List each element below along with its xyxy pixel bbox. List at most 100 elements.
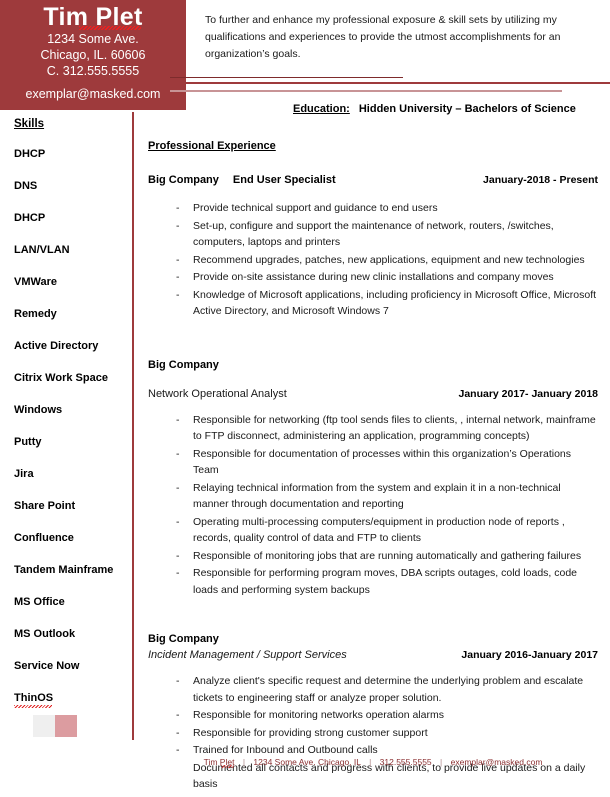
skill-item: DHCP xyxy=(14,148,46,160)
job-bullet-text: Recommend upgrades, patches, new applica… xyxy=(193,253,585,266)
header-address-line-2: Chicago, IL. 60606 xyxy=(40,48,146,62)
skill-item: LAN/VLAN xyxy=(14,244,70,256)
skills-title: Skills xyxy=(14,118,45,130)
job-gap-spacer xyxy=(148,321,598,355)
job-bullet-list: - Analyze client's specific request and d… xyxy=(148,673,598,793)
job-header-row: Big Company End User Specialist January-20… xyxy=(148,170,598,188)
footer-spellcheck-squiggle-icon xyxy=(220,765,235,768)
job-bullet: - Responsible for monitoring networks ope… xyxy=(148,707,598,724)
job-gap-spacer xyxy=(148,599,598,629)
skill-item: DHCP xyxy=(14,212,46,224)
job-date-range: January 2016-January 2017 xyxy=(461,649,598,661)
job-title: End User Specialist xyxy=(232,174,336,186)
skill-item: Windows xyxy=(14,404,63,416)
job-bullet-text: Responsible for monitoring networks oper… xyxy=(193,709,444,721)
education-value: Hidden University – Bachelors of Science xyxy=(358,103,576,115)
job-bullet-text: Provide on-site assistance during new cl… xyxy=(193,271,554,283)
header-phone: C. 312.555.5555 xyxy=(46,64,140,78)
bullet-dash-icon: - xyxy=(176,515,180,528)
objective-summary: To further and enhance my professional e… xyxy=(205,14,561,60)
bullet-dash-icon: - xyxy=(176,447,180,460)
job-bullet-text: Trained for Inbound and Outbound calls xyxy=(193,744,378,756)
job-entry: Big Company Incident Management / Support… xyxy=(148,633,598,793)
skill-item: Service Now xyxy=(14,660,80,672)
job-date-range: January-2018 - Present xyxy=(483,174,598,186)
bullet-dash-icon: - xyxy=(176,549,180,562)
job-bullet: - Responsible of monitoring jobs that are… xyxy=(148,548,598,565)
contact-header-block: Tim Plet 1234 Some Ave. Chicago, IL. 606… xyxy=(0,0,186,110)
job-bullet: - Recommend upgrades, patches, new applic… xyxy=(148,252,598,269)
job-bullet: - Provide on-site assistance during new c… xyxy=(148,269,598,286)
job-bullet: - Analyze client's specific request and d… xyxy=(148,673,598,706)
header-address-line-1: 1234 Some Ave. xyxy=(47,32,139,46)
job-bullet-text: Provide technical support and guidance t… xyxy=(193,202,438,214)
bullet-dash-icon: - xyxy=(176,481,180,494)
job-bullet-text: Operating multi-processing computers/equ… xyxy=(193,515,565,545)
header-email: exemplar@masked.com xyxy=(25,87,161,101)
job-bullet-list: - Provide technical support and guidance … xyxy=(148,200,598,320)
job-bullet-list: - Responsible for networking (ftp tool se… xyxy=(148,412,598,599)
job-header-left: Big Company End User Specialist xyxy=(148,170,336,188)
bullet-dash-icon: - xyxy=(176,709,180,721)
skill-item: VMWare xyxy=(14,276,57,288)
job-entry: Big Company End User Specialist January-20… xyxy=(148,170,598,355)
education-line: Education: Hidden University – Bachelors … xyxy=(293,103,576,115)
skill-item: Active Directory xyxy=(14,340,99,352)
footer-email: exemplar@masked.com xyxy=(450,757,543,767)
job-bullet-text: Responsible for providing strong custome… xyxy=(193,726,428,739)
skill-item: Putty xyxy=(14,436,42,448)
skill-item: DNS xyxy=(14,180,38,192)
skill-item: MS Office xyxy=(14,596,65,608)
job-company: Big Company xyxy=(148,358,219,371)
candidate-name: Tim Plet xyxy=(43,3,142,31)
job-bullet: - Responsible for documentation of proces… xyxy=(148,446,598,479)
skill-item: MS Outlook xyxy=(14,628,76,640)
footer-address: 1234 Some Ave. Chicago, IL xyxy=(253,757,361,767)
divider-rule-dark xyxy=(170,77,403,78)
section-title-professional-experience: Professional Experience xyxy=(148,140,276,152)
footer-separator-2: | xyxy=(369,757,372,767)
job-bullet-text: Responsible for documentation of process… xyxy=(193,447,572,477)
job-title: Incident Management / Support Services xyxy=(148,649,347,661)
divider-rule-medium xyxy=(170,82,610,84)
skill-item: Confluence xyxy=(14,532,74,544)
bullet-dash-icon: - xyxy=(176,567,180,579)
job-bullet: - Knowledge of Microsoft applications, in… xyxy=(148,287,598,320)
job-entry: Big Company Network Operational Analyst Ja… xyxy=(148,359,598,630)
swatch-gray xyxy=(33,715,55,737)
job-title-row: Network Operational Analyst January 2017-… xyxy=(148,388,598,400)
page-footer: Tim Plet | 1234 Some Ave. Chicago, IL | … xyxy=(148,757,598,768)
job-bullet: - Relaying technical information from the… xyxy=(148,480,598,513)
skill-item: Tandem Mainframe xyxy=(14,564,114,576)
jobs-container: Big Company End User Specialist January-20… xyxy=(148,170,598,793)
bullet-dash-icon: - xyxy=(176,271,180,283)
skills-list: DHCP DNS DHCP LAN/VLAN VMWare Remedy Active Di… xyxy=(14,147,133,708)
skill-item: Jira xyxy=(14,468,34,480)
skill-item: Share Point xyxy=(14,500,76,512)
spellcheck-squiggle-icon xyxy=(79,26,141,30)
job-bullet-text: Responsible for performing program moves… xyxy=(193,567,578,596)
job-bullet-text: Knowledge of Microsoft applications, inc… xyxy=(193,288,597,318)
footer-phone: 312.555.5555 xyxy=(379,757,432,767)
bullet-dash-icon: - xyxy=(176,202,180,214)
skill-item: Remedy xyxy=(14,308,57,320)
job-bullet: - Operating multi-processing computers/eq… xyxy=(148,514,598,547)
bullet-dash-icon: - xyxy=(176,219,180,232)
color-swatches xyxy=(33,715,77,737)
job-bullet-text: Responsible for networking (ftp tool sen… xyxy=(193,413,596,443)
job-company: Big Company xyxy=(148,174,219,186)
skill-item: Citrix Work Space xyxy=(14,372,108,384)
bullet-dash-icon: - xyxy=(176,253,180,266)
job-date-range: January 2017- January 2018 xyxy=(458,387,598,400)
job-bullet: - Set-up, configure and support the maint… xyxy=(148,218,598,251)
divider-rule-light xyxy=(170,90,562,92)
job-company: Big Company xyxy=(148,633,219,645)
bullet-dash-icon: - xyxy=(176,288,180,301)
footer-separator-1: | xyxy=(242,757,246,767)
job-bullet: - Responsible for networking (ftp tool se… xyxy=(148,412,598,445)
job-header-spacer xyxy=(148,371,598,388)
bullet-dash-icon: - xyxy=(176,675,180,687)
job-bullet-text: Relaying technical information from the … xyxy=(193,481,561,511)
swatch-pink xyxy=(55,715,77,737)
job-title-row: Incident Management / Support Services Ja… xyxy=(148,649,598,661)
